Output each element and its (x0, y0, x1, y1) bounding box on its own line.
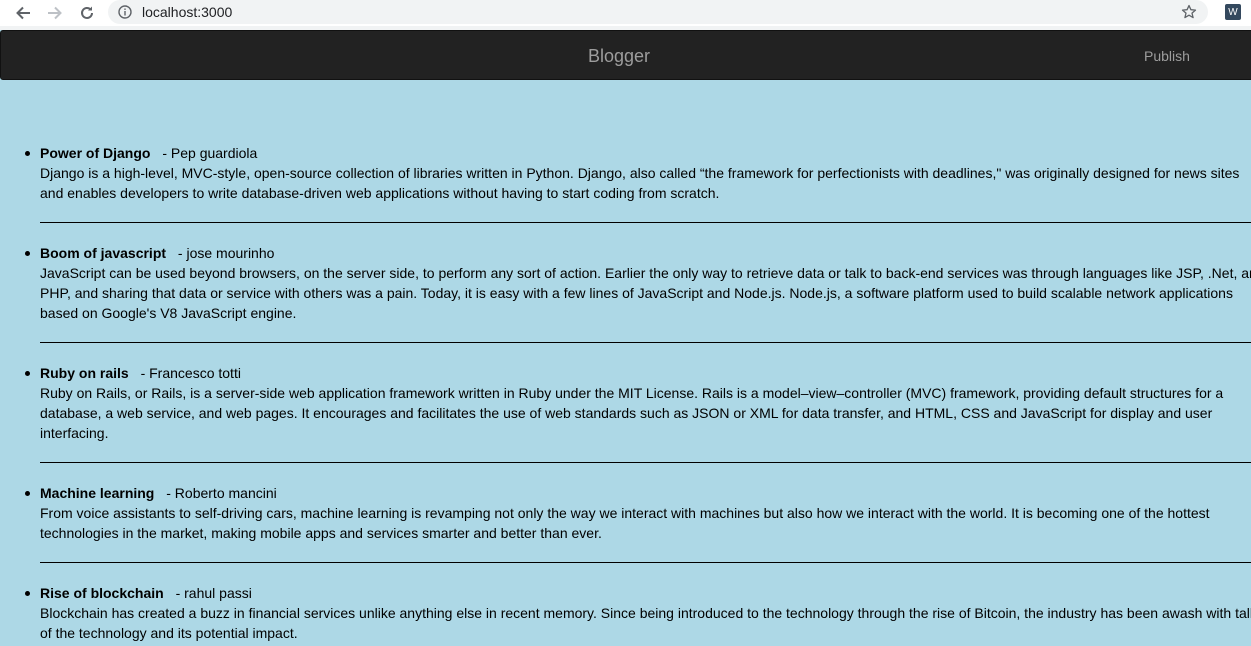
address-bar[interactable]: localhost:3000 (108, 0, 1208, 24)
post-title: Ruby on rails (40, 365, 129, 381)
divider (40, 222, 1251, 223)
post-author: - Roberto mancini (166, 485, 277, 501)
list-item: Power of Django - Pep guardiola Django i… (25, 143, 1251, 223)
extension-icon[interactable]: W (1225, 4, 1241, 20)
post-list: Power of Django - Pep guardiola Django i… (0, 143, 1251, 643)
bullet (25, 371, 30, 376)
top-navbar: Blogger Publish (0, 30, 1251, 80)
brand-title[interactable]: Blogger (588, 46, 650, 67)
browser-toolbar: localhost:3000 W (0, 0, 1251, 26)
post-author: - rahul passi (175, 585, 252, 601)
divider (40, 562, 1251, 563)
list-item: Boom of javascript - jose mourinho JavaS… (25, 243, 1251, 343)
info-icon[interactable] (118, 5, 132, 19)
divider (40, 342, 1251, 343)
post-header: Power of Django - Pep guardiola (40, 143, 1251, 163)
post-header: Ruby on rails - Francesco totti (40, 363, 1251, 383)
page-content: Blogger Publish Power of Django - Pep gu… (0, 30, 1251, 646)
bullet (25, 591, 30, 596)
post-header: Boom of javascript - jose mourinho (40, 243, 1251, 263)
post-title: Rise of blockchain (40, 585, 164, 601)
post-header: Machine learning - Roberto mancini (40, 483, 1251, 503)
post-title: Machine learning (40, 485, 155, 501)
post-author: - Pep guardiola (162, 145, 258, 161)
post-body: From voice assistants to self-driving ca… (40, 505, 1210, 541)
reload-icon (79, 5, 95, 21)
post-author: - jose mourinho (177, 245, 275, 261)
post-title: Boom of javascript (40, 245, 167, 261)
publish-link[interactable]: Publish (1144, 48, 1190, 64)
post-header: Rise of blockchain - rahul passi (40, 583, 1251, 603)
arrow-right-icon (47, 5, 63, 21)
forward-button[interactable] (44, 2, 66, 24)
bullet (25, 151, 30, 156)
back-button[interactable] (12, 2, 34, 24)
reload-button[interactable] (76, 2, 98, 24)
post-author: - Francesco totti (140, 365, 241, 381)
list-item: Machine learning - Roberto mancini From … (25, 483, 1251, 563)
divider (40, 462, 1251, 463)
post-body: JavaScript can be used beyond browsers, … (40, 265, 1251, 321)
list-item: Rise of blockchain - rahul passi Blockch… (25, 583, 1251, 643)
bookmark-star-icon[interactable] (1180, 3, 1198, 21)
post-body: Ruby on Rails, or Rails, is a server-sid… (40, 385, 1224, 441)
bullet (25, 251, 30, 256)
arrow-left-icon (15, 5, 31, 21)
bullet (25, 491, 30, 496)
post-body: Blockchain has created a buzz in financi… (40, 605, 1251, 641)
list-item: Ruby on rails - Francesco totti Ruby on … (25, 363, 1251, 463)
url-text[interactable]: localhost:3000 (142, 4, 232, 20)
post-title: Power of Django (40, 145, 151, 161)
post-body: Django is a high-level, MVC-style, open-… (40, 165, 1240, 201)
